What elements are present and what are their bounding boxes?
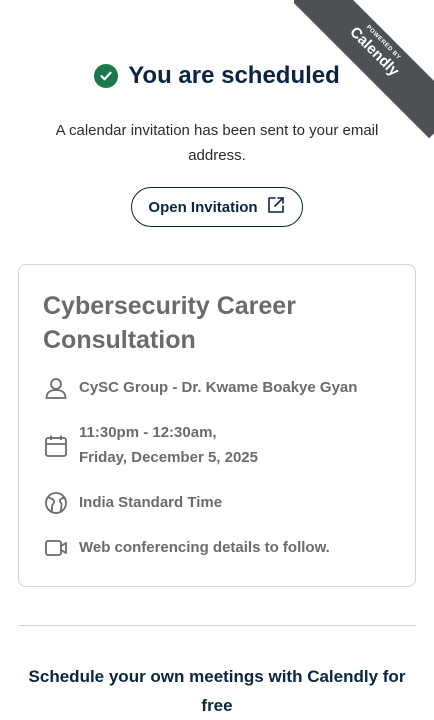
event-location: Web conferencing details to follow. (79, 539, 330, 556)
calendar-icon (43, 433, 69, 459)
event-time-row: 11:30pm - 12:30am, Friday, December 5, 2… (43, 420, 258, 470)
event-timezone-row: India Standard Time (43, 490, 222, 516)
globe-icon (43, 490, 69, 516)
confirmation-subtitle: A calendar invitation has been sent to y… (55, 122, 379, 164)
video-camera-icon (43, 535, 69, 561)
event-name: Cybersecurity Career Consultation (43, 292, 296, 354)
open-invitation-label: Open Invitation (148, 198, 258, 216)
calendly-promo-link[interactable]: Schedule your own meetings with Calendly… (20, 662, 414, 720)
event-host: CySC Group - Dr. Kwame Boakye Gyan (79, 379, 358, 396)
event-date: Friday, December 5, 2025 (79, 449, 258, 466)
confirmation-heading: You are scheduled (0, 62, 434, 90)
page-title: You are scheduled (128, 62, 340, 89)
event-details-card: Cybersecurity Career Consultation CySC G… (18, 264, 416, 587)
check-circle-icon (94, 64, 119, 88)
event-location-row: Web conferencing details to follow. (43, 535, 330, 561)
external-link-icon (266, 195, 286, 219)
person-icon (43, 375, 69, 401)
open-invitation-button[interactable]: Open Invitation (131, 187, 303, 227)
event-host-row: CySC Group - Dr. Kwame Boakye Gyan (43, 375, 357, 401)
event-timezone: India Standard Time (79, 494, 223, 511)
event-time: 11:30pm - 12:30am, Friday, December 5, 2… (79, 420, 258, 470)
event-time-range: 11:30pm - 12:30am, (79, 424, 217, 441)
section-divider (18, 625, 416, 626)
